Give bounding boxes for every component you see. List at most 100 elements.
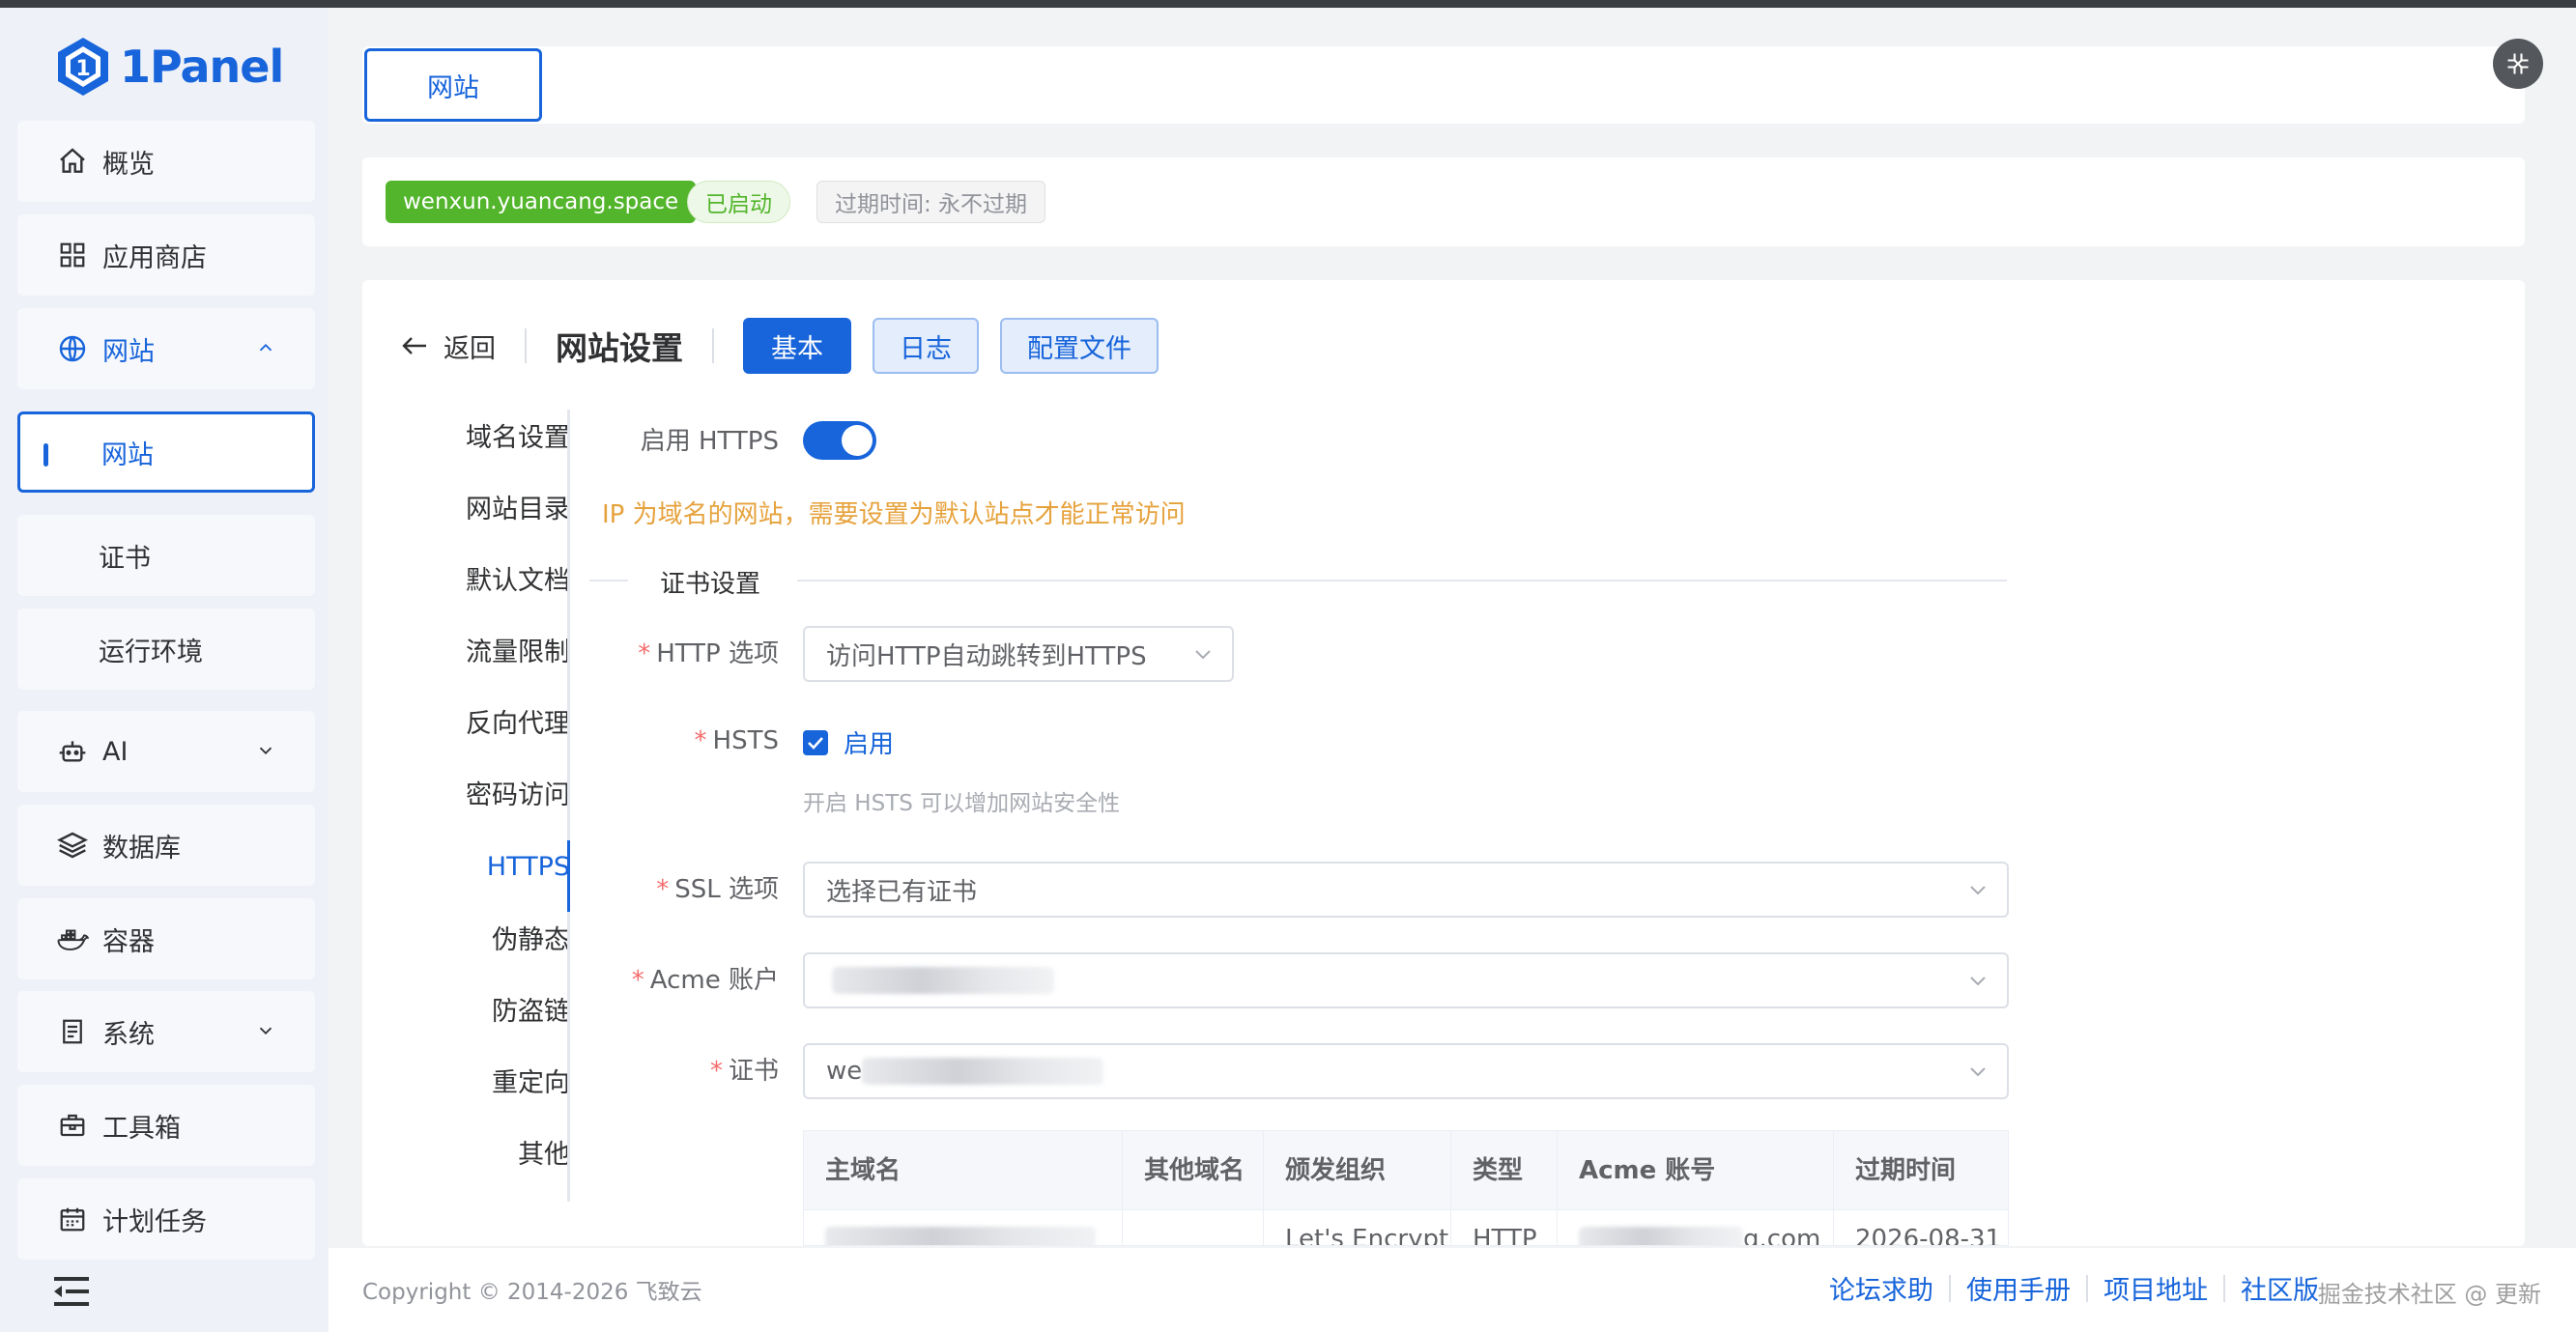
chevron-down-icon [1970,1067,1986,1077]
column-header: 主域名 [804,1131,1123,1210]
sidebar-item-system[interactable]: 系统 [17,991,315,1072]
hsts-checkbox[interactable] [803,730,828,755]
redacted-text [832,967,1054,994]
docker-icon [56,922,89,955]
ssl-option-label: * SSL 选项 [656,875,779,904]
sidebar-item-runtime[interactable]: 运行环境 [17,609,315,690]
chevron-down-icon [259,747,272,755]
certificate-table: 主域名 其他域名 颁发组织 类型 Acme 账号 过期时间 Let's Encr… [803,1130,2009,1246]
sidebar-item-label: 概览 [102,149,155,180]
expire-tag: 过期时间: 永不过期 [816,181,1046,223]
section-divider [797,580,2007,581]
table-cell: g.com [1558,1210,1834,1245]
sidebar-item-label: 工具箱 [102,1113,181,1144]
robot-icon [56,735,89,768]
footer-link-project[interactable]: 项目地址 [2104,1269,2208,1307]
app-logo[interactable]: 1 1Panel [56,33,284,100]
back-button[interactable]: 返回 [401,327,496,365]
sidebar-item-appstore[interactable]: 应用商店 [17,214,315,296]
page-title: 网站设置 [556,329,683,367]
submenu-other[interactable]: 其他 [377,1136,570,1175]
sidebar-item-certificate[interactable]: 证书 [17,515,315,596]
sidebar-item-overview[interactable]: 概览 [17,121,315,202]
footer-link-manual[interactable]: 使用手册 [1966,1269,2071,1307]
watermark: 掘金技术社区 @ 更新 [2317,1281,2541,1308]
table-cell: 2026-08-31 [1855,1225,2002,1246]
svg-text:1: 1 [75,57,90,81]
sidebar-item-website-group[interactable]: 网站 [17,308,315,389]
submenu-hotlink[interactable]: 防盗链 [377,993,570,1032]
domain-tag[interactable]: wenxun.yuancang.space [386,181,697,223]
submenu-rewrite[interactable]: 伪静态 [377,921,570,960]
hsts-label: * HSTS [694,726,779,755]
sidebar-item-cron[interactable]: 计划任务 [17,1178,315,1260]
http-option-select[interactable]: 访问HTTP自动跳转到HTTPS [803,626,1234,682]
sidebar-item-label: 网站 [101,439,154,470]
sidebar-item-label: 数据库 [102,833,181,864]
switch-knob [842,425,873,456]
footer-link-edition[interactable]: 社区版 [2241,1269,2319,1307]
sidebar: 1 1Panel 概览 应用商店 网站 网站 证书 运行环境 AI 数据库 容器… [0,8,329,1332]
certificate-select[interactable]: we [803,1043,2009,1099]
hsts-checkbox-label[interactable]: 启用 [844,724,894,760]
sidebar-item-container[interactable]: 容器 [17,898,315,979]
sidebar-item-database[interactable]: 数据库 [17,805,315,886]
window-top-strip [0,0,2576,8]
logo-text: 1Panel [120,41,284,93]
collapse-menu-icon[interactable] [54,1277,89,1306]
footer: Copyright © 2014-2026 飞致云 论坛求助 使用手册 项目地址… [329,1248,2576,1332]
column-header: 类型 [1451,1131,1558,1210]
sidebar-item-label: 系统 [102,1019,155,1050]
sidebar-item-label: 证书 [99,543,151,574]
logo-icon: 1 [58,38,108,96]
ssl-option-value: 选择已有证书 [826,877,978,907]
calendar-icon [56,1203,89,1235]
redacted-text [825,1226,1096,1245]
table-cell [804,1210,1123,1245]
enable-https-switch[interactable] [803,421,876,460]
ip-domain-warning: IP 为域名的网站，需要设置为默认站点才能正常访问 [602,500,1186,529]
divider [2223,1274,2225,1302]
sidebar-item-toolbox[interactable]: 工具箱 [17,1085,315,1166]
table-cell [1123,1210,1264,1245]
column-header: Acme 账号 [1558,1131,1834,1210]
sidebar-item-website[interactable]: 网站 [17,411,315,493]
tab-website[interactable]: 网站 [364,48,542,122]
toolbox-icon [56,1109,89,1142]
http-option-value: 访问HTTP自动跳转到HTTPS [826,641,1147,671]
chevron-down-icon [1970,977,1986,986]
chevron-down-icon [1970,886,1986,895]
active-indicator [43,443,48,467]
hsts-hint: 开启 HSTS 可以增加网站安全性 [803,791,1121,816]
chevron-down-icon [259,1027,272,1035]
site-info-bar: wenxun.yuancang.space 已启动 过期时间: 永不过期 [362,157,2525,246]
mode-basic-button[interactable]: 基本 [743,318,851,374]
mode-config-button[interactable]: 配置文件 [1000,318,1159,374]
submenu-directory[interactable]: 网站目录 [377,491,570,529]
certificate-value: we [826,1057,863,1086]
submenu-password[interactable]: 密码访问 [377,777,570,815]
enable-https-label: 启用 HTTPS [640,427,779,456]
sidebar-item-label: 运行环境 [99,637,203,667]
footer-link-forum[interactable]: 论坛求助 [1829,1269,1933,1307]
globe-icon [56,332,89,365]
ssl-option-select[interactable]: 选择已有证书 [803,862,2009,918]
chevron-down-icon [1195,650,1211,660]
divider [525,328,527,363]
table-cell: HTTP [1451,1210,1558,1245]
layers-icon [56,829,89,862]
copyright: Copyright © 2014-2026 飞致云 [362,1280,702,1305]
grid-icon [56,239,89,271]
divider [2086,1274,2088,1302]
exit-fullscreen-button[interactable] [2493,39,2543,89]
settings-header: 返回 网站设置 基本 日志 配置文件 [401,317,1180,375]
settings-card: 返回 网站设置 基本 日志 配置文件 域名设置 网站目录 默认文档 流量限制 反… [362,280,2525,1246]
chevron-up-icon [259,343,272,352]
acme-account-select[interactable] [803,952,2009,1008]
server-icon [56,1015,89,1048]
sidebar-item-ai[interactable]: AI [17,711,315,792]
home-icon [56,145,89,178]
submenu-default-doc[interactable]: 默认文档 [377,562,570,601]
redacted-text [1579,1226,1743,1245]
mode-log-button[interactable]: 日志 [873,318,979,374]
